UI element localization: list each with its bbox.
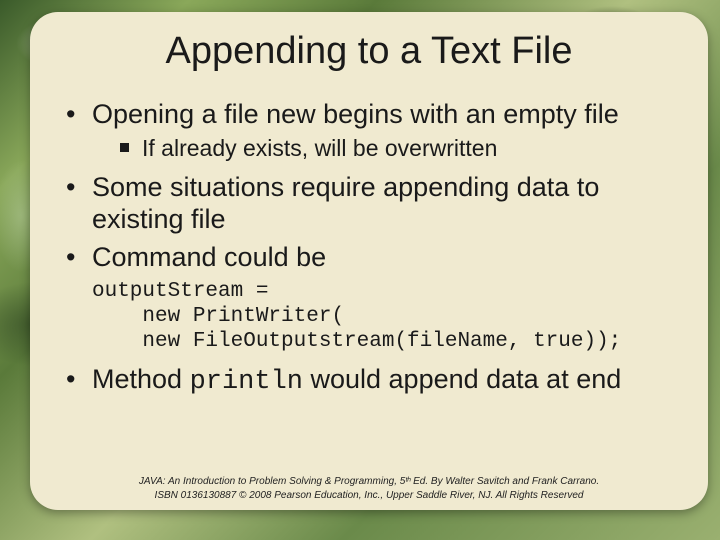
bullet-3-text: Command could be xyxy=(92,242,326,272)
bullet-1-sublist: If already exists, will be overwritten xyxy=(92,135,680,163)
bullet-1-text: Opening a file new begins with an empty … xyxy=(92,99,619,129)
bullet-list: Opening a file new begins with an empty … xyxy=(58,99,680,274)
inline-code-println: println xyxy=(190,367,303,397)
bullet-1-sub-1-text: If already exists, will be overwritten xyxy=(142,135,497,161)
code-block: outputStream = new PrintWriter( new File… xyxy=(58,280,680,354)
bullet-list-2: Method println would append data at end xyxy=(58,364,680,399)
bullet-2-text: Some situations require appending data t… xyxy=(92,172,599,234)
bullet-4-post: would append data at end xyxy=(303,364,621,394)
bullet-4: Method println would append data at end xyxy=(66,364,680,399)
slide-title: Appending to a Text File xyxy=(58,30,680,73)
footer-line-2: ISBN 0136130887 © 2008 Pearson Education… xyxy=(30,489,708,503)
footer-line-1: JAVA: An Introduction to Problem Solving… xyxy=(30,475,708,489)
bullet-3: Command could be xyxy=(66,242,680,274)
bullet-4-pre: Method xyxy=(92,364,190,394)
bullet-1-sub-1: If already exists, will be overwritten xyxy=(120,135,680,163)
slide-card: Appending to a Text File Opening a file … xyxy=(30,12,708,510)
bullet-2: Some situations require appending data t… xyxy=(66,172,680,236)
slide-footer: JAVA: An Introduction to Problem Solving… xyxy=(30,475,708,502)
bullet-1: Opening a file new begins with an empty … xyxy=(66,99,680,162)
